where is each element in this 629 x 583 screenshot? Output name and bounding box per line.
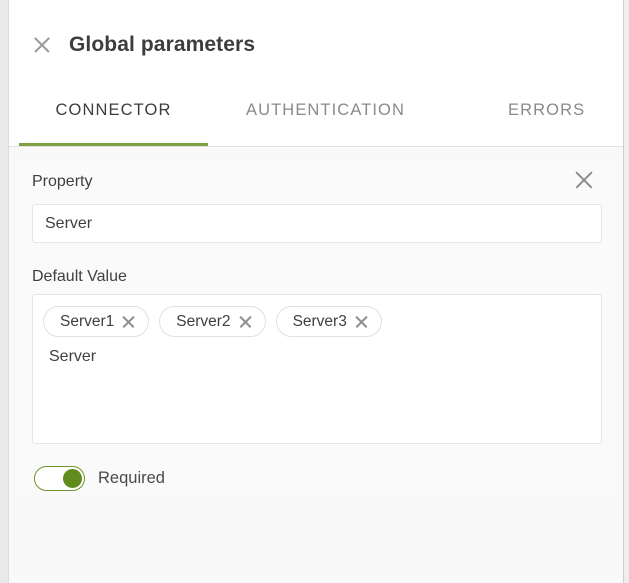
required-row: Required xyxy=(32,466,602,491)
property-header: Property xyxy=(32,160,602,204)
toggle-knob xyxy=(63,469,82,488)
list-item[interactable]: Server1 xyxy=(43,306,150,337)
page-edge-left xyxy=(0,0,8,583)
page-title: Global parameters xyxy=(69,33,256,56)
default-value-input[interactable]: Server1 Server2 Server3 Server xyxy=(32,294,602,444)
list-item[interactable]: Server3 xyxy=(275,306,382,337)
panel-header: Global parameters xyxy=(9,0,623,90)
tab-errors-label: ERRORS xyxy=(508,101,586,119)
chip-label: Server1 xyxy=(60,312,115,330)
list-item[interactable]: Server2 xyxy=(159,306,266,337)
chip-label: Server2 xyxy=(176,312,231,330)
page-edge-right xyxy=(624,0,629,583)
required-toggle[interactable] xyxy=(34,466,85,491)
tab-errors[interactable]: ERRORS xyxy=(508,89,585,146)
tab-authentication[interactable]: AUTHENTICATION xyxy=(246,89,405,146)
default-value-typed-text[interactable]: Server xyxy=(43,349,591,365)
chip-remove-icon[interactable] xyxy=(121,314,136,329)
parameter-card: Property Default Value Server1 xyxy=(18,160,616,491)
required-label: Required xyxy=(98,469,165,487)
tab-authentication-label: AUTHENTICATION xyxy=(246,101,406,119)
property-label: Property xyxy=(32,173,93,190)
property-input[interactable] xyxy=(32,204,602,243)
default-value-label: Default Value xyxy=(32,268,127,285)
global-parameters-dialog: Global parameters CONNECTOR AUTHENTICATI… xyxy=(0,0,629,583)
close-icon[interactable] xyxy=(31,34,53,56)
tab-connector-label: CONNECTOR xyxy=(55,101,172,119)
remove-parameter-icon[interactable] xyxy=(572,168,596,192)
chip-label: Server3 xyxy=(292,312,347,330)
chip-remove-icon[interactable] xyxy=(354,314,369,329)
chip-remove-icon[interactable] xyxy=(238,314,253,329)
parameters-panel: Global parameters CONNECTOR AUTHENTICATI… xyxy=(8,0,624,583)
tab-bar: CONNECTOR AUTHENTICATION ERRORS xyxy=(9,90,623,147)
tab-connector[interactable]: CONNECTOR xyxy=(19,89,208,146)
chip-list: Server1 Server2 Server3 xyxy=(43,306,591,337)
tab-panel-connector: Property Default Value Server1 xyxy=(9,147,623,583)
